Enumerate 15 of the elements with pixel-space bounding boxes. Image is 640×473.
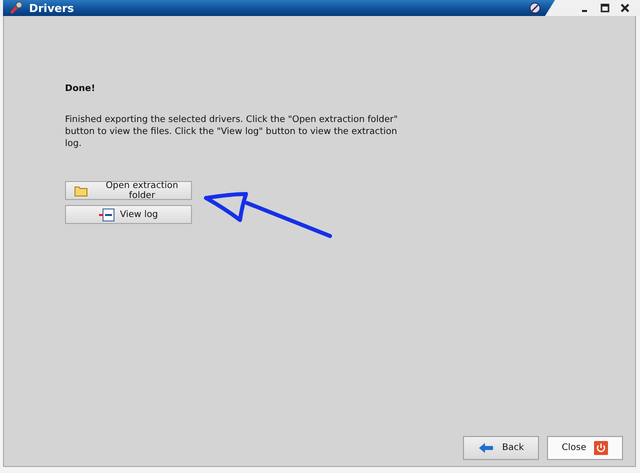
left-arrow-icon: [478, 442, 494, 454]
view-log-button[interactable]: View log: [65, 205, 192, 224]
open-folder-button[interactable]: Open extraction folder: [65, 181, 192, 200]
document-icon: [99, 208, 116, 222]
back-button[interactable]: Back: [463, 436, 539, 460]
close-button[interactable]: Close: [547, 436, 623, 460]
power-icon: [594, 441, 608, 455]
message-text: Finished exporting the selected drivers. Click the "Open extraction folder" button to view the files. Click the "View log" button to view the extraction log.: [65, 114, 399, 150]
heading: Done!: [65, 84, 96, 94]
folder-icon: [74, 184, 88, 196]
close-icon[interactable]: [620, 3, 630, 13]
tools-icon: [9, 1, 23, 15]
window-title: Drivers: [29, 2, 74, 14]
maximize-icon[interactable]: [600, 3, 610, 13]
pin-icon[interactable]: [529, 2, 541, 14]
